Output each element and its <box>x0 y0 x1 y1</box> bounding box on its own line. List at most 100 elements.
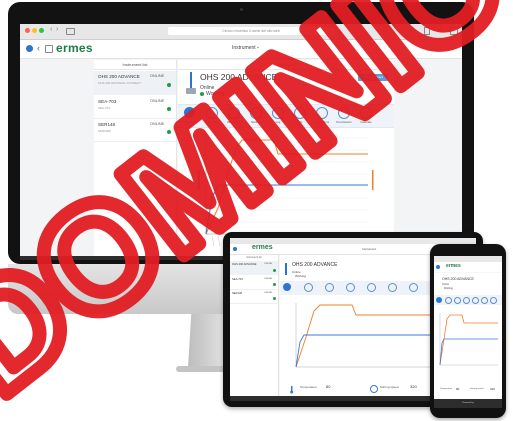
phone-instrument-panel: OHS 200 ADVANCE Online Working Temperatu… <box>434 273 502 408</box>
phone-app-header: ermes <box>434 262 502 272</box>
tab-label: Connectors <box>314 120 330 124</box>
flask-icon[interactable] <box>445 297 452 304</box>
gauge-icon[interactable] <box>436 297 442 303</box>
list-item[interactable]: SER148 ONLINE <box>230 290 278 304</box>
sidebar-toggle-icon[interactable] <box>66 28 75 35</box>
ermes-logo: ermes <box>56 41 93 55</box>
new-tab-icon[interactable]: + <box>438 25 443 34</box>
gauge-icon[interactable] <box>283 283 291 291</box>
status-badge: ONLINE <box>150 99 165 103</box>
status-online-label: Online <box>442 283 449 286</box>
tab-label: Status <box>186 120 194 124</box>
tab-settings[interactable]: Settings <box>246 106 266 126</box>
list-item[interactable]: SEA-703 ONLINE <box>230 276 278 290</box>
gear-icon[interactable] <box>463 297 470 304</box>
chevron-down-icon: ⌄ <box>256 44 261 50</box>
online-dot-icon <box>167 130 171 134</box>
instrument-dropdown[interactable]: Instrument <box>362 247 376 251</box>
stirring-label: Stirring speed <box>470 388 484 390</box>
tab-log[interactable]: Log <box>268 106 288 126</box>
tab-label: Permissions <box>336 120 352 124</box>
instrument-panel: Instrument OHS 200 ADVANCE Online Workin… <box>178 60 394 260</box>
minimize-window-icon[interactable] <box>32 28 37 33</box>
status-working-label: Working <box>206 91 225 97</box>
gear-icon <box>250 107 262 119</box>
status-badge: ONLINE <box>150 74 165 78</box>
address-bar[interactable]: Cerca o inserisci il nome del sito web <box>168 27 334 35</box>
list-item[interactable]: SER148 ONLINE SER0005 <box>94 119 176 142</box>
menu-toggle-icon[interactable] <box>436 265 440 269</box>
edit-instrument-button[interactable]: Edit instrument <box>358 74 388 81</box>
online-dot-icon <box>273 283 276 286</box>
back-arrow-icon[interactable]: ‹ <box>50 26 52 33</box>
maximize-window-icon[interactable] <box>39 28 44 33</box>
tabs-overview-icon[interactable] <box>450 27 458 35</box>
lock-icon <box>338 107 350 119</box>
tab-label: Work setup <box>226 120 242 124</box>
ermes-logo: ermes <box>446 263 461 269</box>
tab-label: Calibrate <box>360 120 372 124</box>
info-icon[interactable] <box>481 297 488 304</box>
list-item[interactable]: OHS 200 ADVANCE ONLINE <box>230 261 278 275</box>
gear-icon[interactable] <box>346 283 355 292</box>
connector-icon <box>316 107 328 119</box>
back-icon[interactable]: ‹ <box>37 43 40 53</box>
series-orange-line <box>439 314 498 366</box>
close-window-icon[interactable] <box>25 28 30 33</box>
list-item[interactable]: OHS 200 ADVANCE ONLINE OHS 200 ADVANCE C… <box>94 71 176 95</box>
rotation-icon <box>370 385 378 393</box>
tab-calibrate[interactable]: Calibrate <box>356 106 376 126</box>
tab-connectors[interactable]: Connectors <box>312 106 332 126</box>
flask-icon[interactable] <box>304 283 313 292</box>
gauge-icon <box>184 107 195 118</box>
instrument-dropdown[interactable]: Instrument <box>232 45 256 51</box>
calibrate-icon <box>360 107 372 119</box>
tab-permissions[interactable]: Permissions <box>334 106 354 126</box>
imac-camera <box>240 8 243 11</box>
setup-icon[interactable] <box>325 283 334 292</box>
info-icon[interactable] <box>388 283 397 292</box>
app-header: ‹ ermes Instrument ⌄ <box>20 40 462 59</box>
menu-toggle-icon[interactable] <box>26 45 33 52</box>
instrument-subtitle: SEA-703 <box>98 106 111 110</box>
instrument-name: OHS 200 ADVANCE <box>98 74 140 79</box>
info-icon <box>294 107 306 119</box>
status-badge: ONLINE <box>264 278 273 280</box>
status-working-label: Working <box>444 287 453 290</box>
device-image <box>184 72 198 96</box>
tab-toolbar: Status Analysis Work setup Settings Log <box>178 104 394 128</box>
setup-icon[interactable] <box>454 297 461 304</box>
menu-toggle-icon[interactable] <box>233 247 237 251</box>
temperature-label: Temperature <box>440 388 453 390</box>
flask-icon <box>206 107 218 119</box>
status-working-label: Working <box>295 274 306 278</box>
share-icon[interactable] <box>424 27 430 35</box>
temperature-value: 80 <box>326 384 331 389</box>
list-item[interactable]: SEA-703 ONLINE SEA-703 <box>94 96 176 119</box>
online-dot-icon <box>167 107 171 111</box>
instrument-subtitle: SER0005 <box>98 129 111 133</box>
home-icon[interactable] <box>45 45 53 53</box>
status-badge: ONLINE <box>264 263 273 265</box>
tab-label: Analysis <box>206 120 218 124</box>
sidebar-divider <box>94 69 176 70</box>
instrument-name: OHS 200 ADVANCE <box>232 263 257 266</box>
phone-screen: ermes OHS 200 ADVANCE Online Working Tem… <box>434 256 502 408</box>
instrument-title: OHS 200 ADVANCE <box>200 72 278 82</box>
connector-icon[interactable] <box>409 283 418 292</box>
tab-status[interactable]: Status <box>180 106 200 126</box>
tab-label: Info <box>297 120 303 124</box>
log-icon[interactable] <box>367 283 376 292</box>
online-dot-icon <box>273 269 276 272</box>
tab-analysis[interactable]: Analysis <box>202 106 222 126</box>
online-dot-icon <box>167 83 171 87</box>
forward-arrow-icon[interactable]: › <box>56 26 58 33</box>
imac-screen: ‹ › Cerca o inserisci il nome del sito w… <box>20 24 462 260</box>
log-icon[interactable] <box>472 297 479 304</box>
tab-info[interactable]: Info <box>290 106 310 126</box>
instrument-panel-title: Instrument <box>276 62 296 67</box>
tab-work-setup[interactable]: Work setup <box>224 106 244 126</box>
device-image <box>285 263 287 275</box>
tab-label: Settings <box>250 120 262 124</box>
connector-icon[interactable] <box>490 297 497 304</box>
